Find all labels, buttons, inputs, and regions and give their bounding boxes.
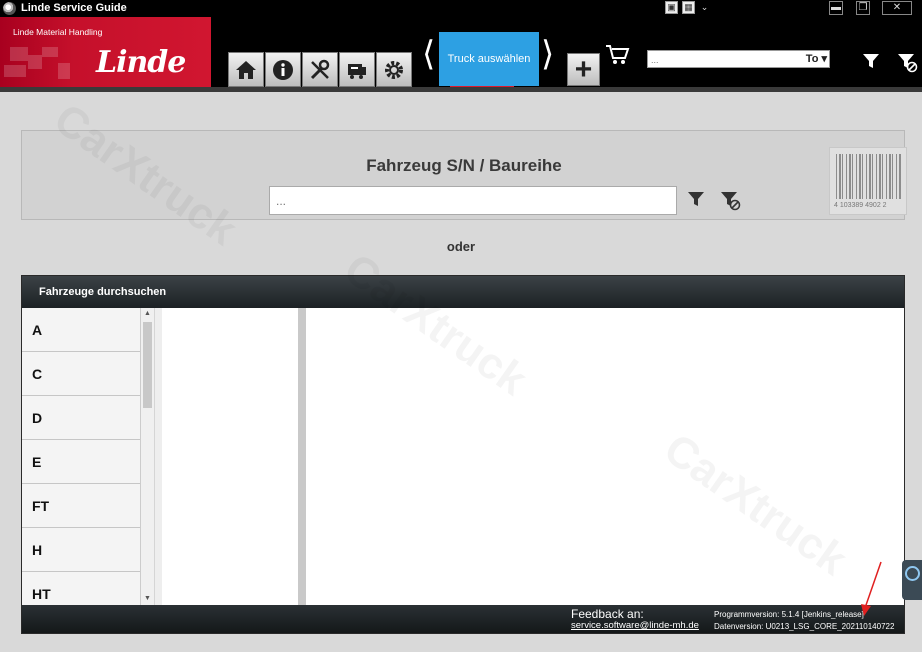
gear-icon bbox=[385, 60, 403, 79]
tab-next-icon[interactable]: ⟩ bbox=[541, 34, 554, 74]
program-version: Programmversion: 5.1.4 [Jenkins_release] bbox=[714, 610, 864, 619]
serial-number-input[interactable] bbox=[269, 186, 677, 215]
scroll-down-icon[interactable]: ▼ bbox=[141, 593, 154, 605]
feedback-email-link[interactable]: service.software@linde-mh.de bbox=[571, 620, 699, 631]
plus-icon: + bbox=[574, 52, 593, 86]
truck-service-button[interactable] bbox=[339, 52, 375, 87]
annotation-arrow-icon bbox=[861, 561, 882, 616]
truck-service-icon bbox=[348, 63, 366, 79]
filter-icon[interactable] bbox=[686, 189, 706, 209]
barcode-number: 4 103389 4902 2 bbox=[834, 202, 887, 209]
filter-clear-icon[interactable] bbox=[896, 51, 918, 73]
model-list bbox=[162, 308, 298, 605]
tools-button[interactable] bbox=[302, 52, 338, 87]
window-title: Linde Service Guide bbox=[21, 2, 127, 14]
minimize-button[interactable]: ▬ bbox=[829, 1, 843, 15]
settings-button[interactable] bbox=[376, 52, 412, 87]
window-icon-a[interactable]: ▣ bbox=[665, 1, 678, 14]
tools-icon bbox=[310, 59, 330, 79]
list-item[interactable]: D bbox=[22, 396, 140, 440]
info-icon bbox=[273, 59, 293, 80]
app-icon bbox=[3, 2, 16, 15]
vehicle-detail-area bbox=[306, 308, 904, 605]
list-item[interactable]: FT bbox=[22, 484, 140, 528]
truck-tab-area: ⟨ Truck auswählen ⟩ bbox=[422, 32, 564, 89]
search-mode-value: To bbox=[805, 53, 819, 65]
tab-prev-icon[interactable]: ⟨ bbox=[422, 34, 435, 74]
letter-list-scrollbar[interactable]: ▲ ▼ bbox=[140, 308, 154, 605]
grid-icon[interactable]: ▦ bbox=[682, 1, 695, 14]
cart-icon[interactable] bbox=[605, 44, 630, 66]
barcode-scan-button[interactable]: 4 103389 4902 2 bbox=[829, 147, 907, 215]
barcode-icon bbox=[836, 154, 902, 199]
header-search-input[interactable] bbox=[651, 53, 791, 66]
scroll-thumb[interactable] bbox=[143, 322, 152, 408]
title-bar: Linde Service Guide ▣ ▦ ⌄ ▬ ❐ ✕ bbox=[0, 0, 922, 17]
scroll-up-icon[interactable]: ▲ bbox=[141, 308, 154, 320]
vehicle-browse-panel: Fahrzeuge durchsuchen A C D E FT H HT ▲ … bbox=[21, 275, 905, 634]
help-icon bbox=[905, 566, 920, 581]
dropdown-icon[interactable]: ⌄ bbox=[698, 1, 711, 14]
add-button[interactable]: + bbox=[567, 53, 600, 86]
column-splitter[interactable] bbox=[298, 308, 306, 605]
home-button[interactable] bbox=[228, 52, 264, 87]
list-item[interactable]: H bbox=[22, 528, 140, 572]
vehicle-search-panel: Fahrzeug S/N / Baureihe 4 103389 4902 2 bbox=[21, 130, 907, 220]
header-divider bbox=[0, 87, 922, 92]
side-panel-handle[interactable] bbox=[902, 560, 922, 600]
info-button[interactable] bbox=[265, 52, 301, 87]
brand-logo: Linde Material Handling Linde bbox=[0, 17, 211, 87]
filter-icon[interactable] bbox=[861, 51, 881, 71]
or-label: oder bbox=[446, 239, 476, 254]
tab-truck-select[interactable]: Truck auswählen bbox=[439, 32, 539, 86]
home-icon bbox=[236, 60, 256, 79]
brand-name: Linde bbox=[96, 45, 186, 80]
list-item[interactable]: HT bbox=[22, 572, 140, 605]
restore-icon[interactable]: ❐ bbox=[856, 1, 870, 15]
brand-subtitle: Linde Material Handling bbox=[13, 27, 103, 37]
close-icon[interactable]: ✕ bbox=[882, 1, 912, 15]
column-splitter[interactable] bbox=[154, 308, 162, 605]
browse-panel-title: Fahrzeuge durchsuchen bbox=[22, 276, 904, 308]
search-panel-title: Fahrzeug S/N / Baureihe bbox=[366, 156, 562, 175]
list-item[interactable]: C bbox=[22, 352, 140, 396]
search-mode-select[interactable]: To ▾ bbox=[806, 52, 827, 65]
letter-list: A C D E FT H HT bbox=[22, 308, 140, 605]
data-version: Datenversion: U0213_LSG_CORE_20211014072… bbox=[714, 622, 895, 631]
app-header: Linde Material Handling Linde ⟨ Truck au… bbox=[0, 17, 922, 89]
browse-footer: Feedback an: service.software@linde-mh.d… bbox=[22, 605, 904, 633]
filter-clear-icon[interactable] bbox=[719, 189, 741, 211]
feedback-label: Feedback an: bbox=[571, 607, 644, 621]
header-search: To ▾ bbox=[647, 50, 830, 68]
list-item[interactable]: A bbox=[22, 308, 140, 352]
list-item[interactable]: E bbox=[22, 440, 140, 484]
